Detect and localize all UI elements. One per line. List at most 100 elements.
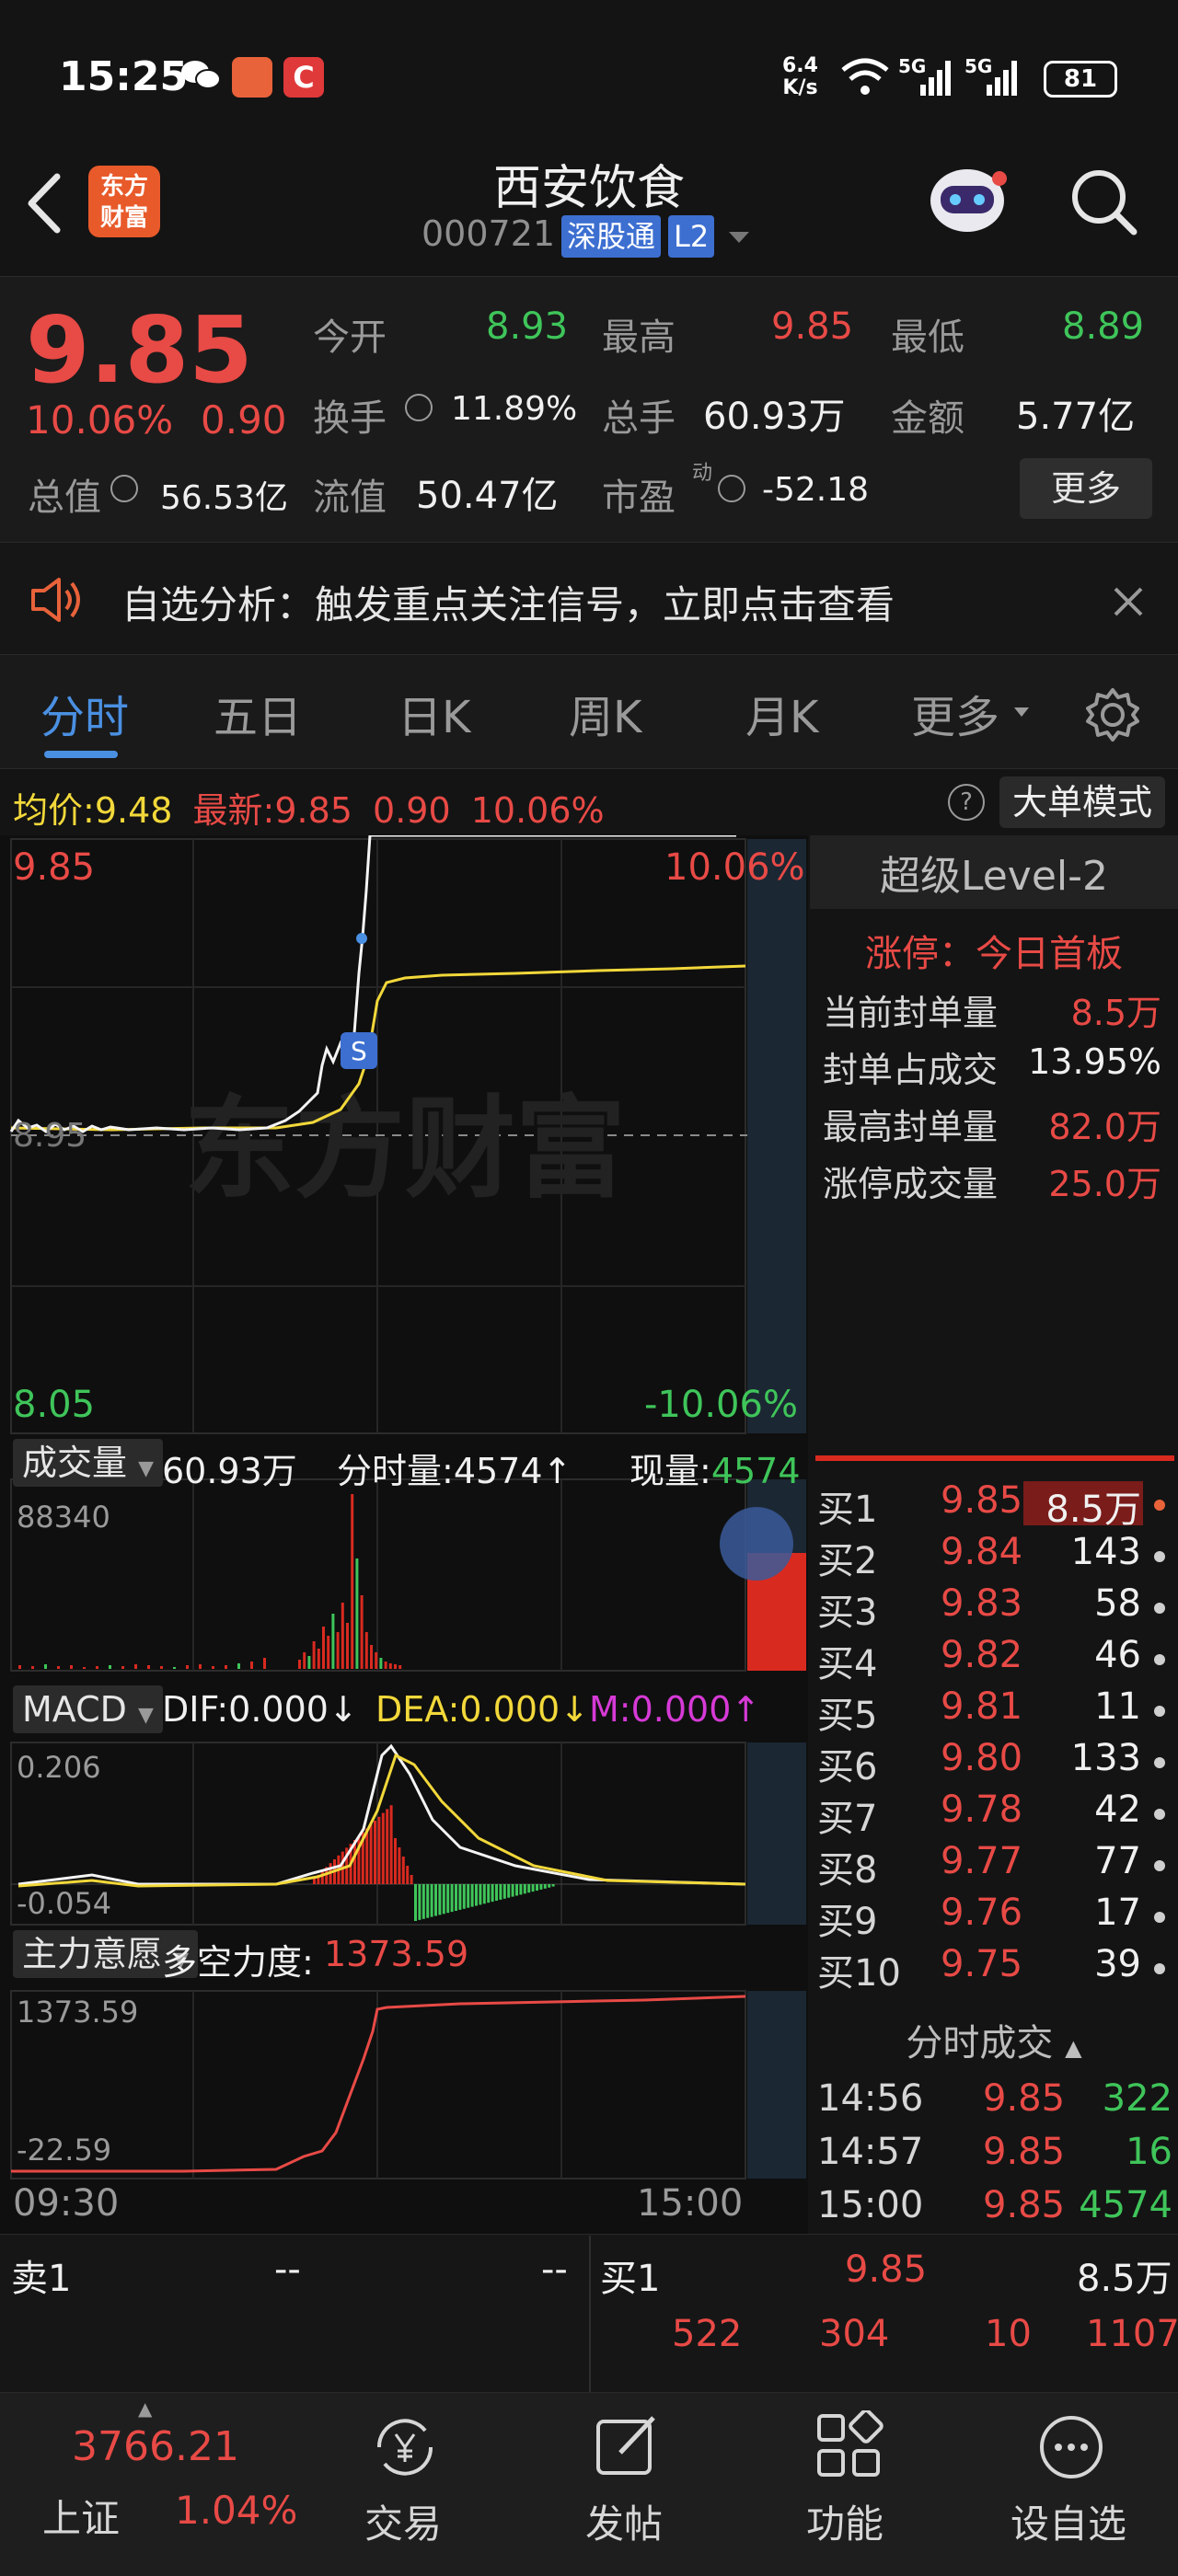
tick-price: 9.85 xyxy=(983,2184,1066,2226)
nav-functions[interactable]: 功能 xyxy=(791,2392,902,2576)
connect-badge: 深股通 xyxy=(561,215,662,258)
main-force-bottom: -22.59 xyxy=(17,2133,112,2168)
macd-bar xyxy=(438,1884,442,1915)
level2-title[interactable]: 超级Level-2 xyxy=(810,843,1178,902)
signal-icon-1: 5G xyxy=(898,55,957,105)
macd-indicator-select[interactable]: MACD ▼ xyxy=(13,1685,163,1733)
order-book-row[interactable]: 买6 9.80 133 xyxy=(810,1735,1178,1788)
nav-post[interactable]: 发帖 xyxy=(571,2392,681,2576)
wechat-icon xyxy=(180,59,221,92)
level2-stat-label: 封单占成交 xyxy=(823,1050,999,1090)
search-icon[interactable] xyxy=(1068,166,1141,243)
order-book-row[interactable]: 买3 9.83 58 xyxy=(810,1581,1178,1634)
macd-bar xyxy=(377,1816,381,1884)
tab-5day[interactable]: 五日 xyxy=(214,681,302,745)
tick-volume: 16 xyxy=(1126,2131,1172,2173)
volume-indicator-select[interactable]: 成交量 ▼ xyxy=(13,1439,164,1487)
macd-bar xyxy=(539,1884,543,1890)
order-book-row[interactable]: 买2 9.84 143 xyxy=(810,1529,1178,1582)
volume-bar xyxy=(364,1632,368,1669)
macd-bar xyxy=(389,1805,393,1884)
help-icon[interactable]: ? xyxy=(948,784,985,821)
price-mid-label: 8.95 xyxy=(13,1117,87,1155)
order-book-label: 买1 xyxy=(817,1489,878,1531)
volume-bar xyxy=(398,1665,402,1669)
volume-bar xyxy=(298,1660,301,1669)
tab-intraday[interactable]: 分时 xyxy=(40,681,129,745)
macd-bar xyxy=(507,1884,511,1898)
level2-stat-value: 8.5万 xyxy=(1070,993,1161,1033)
tab-daily-k[interactable]: 日K xyxy=(398,681,470,745)
macd-bar xyxy=(386,1809,389,1884)
pct-bottom-label: -10.06% xyxy=(644,1384,798,1426)
dot-icon xyxy=(1154,1809,1165,1820)
battery-icon: 81 xyxy=(1044,61,1117,98)
expand-icon[interactable] xyxy=(720,1507,793,1581)
table-cell: 522 xyxy=(672,2313,743,2355)
macd-bar xyxy=(502,1884,506,1899)
buy-sell-marker[interactable]: S xyxy=(351,1036,367,1066)
app-notify-icon xyxy=(232,57,272,98)
robot-assistant-icon[interactable] xyxy=(920,158,1014,247)
volume-bar xyxy=(31,1666,34,1669)
chevron-down-icon xyxy=(1012,705,1031,722)
tab-monthly-k[interactable]: 月K xyxy=(745,681,818,745)
big-order-mode-button[interactable]: 大单模式 xyxy=(999,776,1165,828)
tick-volume: 4574 xyxy=(1079,2184,1172,2226)
price-bottom-label: 8.05 xyxy=(13,1384,96,1426)
macd-bar xyxy=(499,1884,502,1900)
dot-icon xyxy=(1154,1860,1165,1871)
volume-bar xyxy=(379,1658,383,1669)
dropdown-icon[interactable] xyxy=(727,230,751,250)
volume-bar xyxy=(263,1658,266,1669)
high-label: 最高 xyxy=(602,316,676,359)
buy1-volume: 8.5万 xyxy=(1077,2258,1172,2300)
order-book-row[interactable]: 买4 9.82 46 xyxy=(810,1632,1178,1685)
order-book-row[interactable]: 买9 9.76 17 xyxy=(810,1890,1178,1943)
level-badge: L2 xyxy=(668,215,715,258)
main-force-value: 1373.59 xyxy=(324,1934,469,1974)
order-book-volume: 11 xyxy=(1094,1685,1141,1728)
volume-bar xyxy=(394,1664,397,1669)
volume-bar xyxy=(360,1595,364,1669)
order-book-row[interactable]: 买5 9.81 11 xyxy=(810,1684,1178,1737)
info-icon[interactable] xyxy=(718,475,745,502)
buy1-label: 买1 xyxy=(600,2258,661,2300)
gear-icon[interactable] xyxy=(1084,686,1141,747)
time-axis-end: 15:00 xyxy=(637,2182,744,2225)
macd-bar xyxy=(374,1821,376,1884)
tab-weekly-k[interactable]: 周K xyxy=(569,681,641,745)
tick-volume: 322 xyxy=(1102,2077,1172,2120)
order-book-price: 9.83 xyxy=(941,1582,1023,1625)
table-divider xyxy=(589,2236,591,2392)
volume-bar xyxy=(237,1663,240,1669)
order-book-row[interactable]: 买10 9.75 39 xyxy=(810,1941,1178,1995)
macd-top: 0.206 xyxy=(17,1750,101,1785)
signal-icon-2: 5G xyxy=(964,55,1023,105)
amount-label: 金额 xyxy=(891,397,964,440)
speaker-icon xyxy=(28,574,87,629)
order-book-row[interactable]: 买7 9.78 42 xyxy=(810,1787,1178,1840)
more-button[interactable]: 更多 xyxy=(1020,458,1152,519)
order-book-row[interactable]: 买8 9.77 77 xyxy=(810,1838,1178,1892)
alert-text[interactable]: 自选分析：触发重点关注信号，立即点击查看 xyxy=(121,574,895,630)
sell1-label: 卖1 xyxy=(11,2258,72,2300)
pe-superscript: 动 xyxy=(692,462,713,485)
open-label: 今开 xyxy=(313,316,387,359)
index-ticker[interactable]: ▲ 3766.21 上证 1.04% xyxy=(0,2392,304,2576)
ticks-header[interactable]: 分时成交 ▲ xyxy=(810,2013,1178,2074)
macd-bar xyxy=(422,1884,425,1919)
info-icon[interactable] xyxy=(405,394,433,421)
nav-trade[interactable]: 交易 xyxy=(350,2392,460,2576)
tick-price: 9.85 xyxy=(983,2131,1066,2173)
close-icon[interactable] xyxy=(1110,583,1147,624)
order-book-row[interactable]: 买1 9.85 8.5万 xyxy=(810,1478,1178,1531)
tab-more[interactable]: 更多 xyxy=(911,681,999,745)
volume-bar xyxy=(225,1665,227,1669)
volume-bar xyxy=(331,1614,335,1669)
info-icon[interactable] xyxy=(110,475,138,502)
volume-bar xyxy=(250,1662,253,1669)
watermark: 东方财富 xyxy=(184,1086,626,1213)
nav-add-watchlist[interactable]: 设自选 xyxy=(1003,2392,1141,2576)
macd-bar xyxy=(406,1866,410,1884)
